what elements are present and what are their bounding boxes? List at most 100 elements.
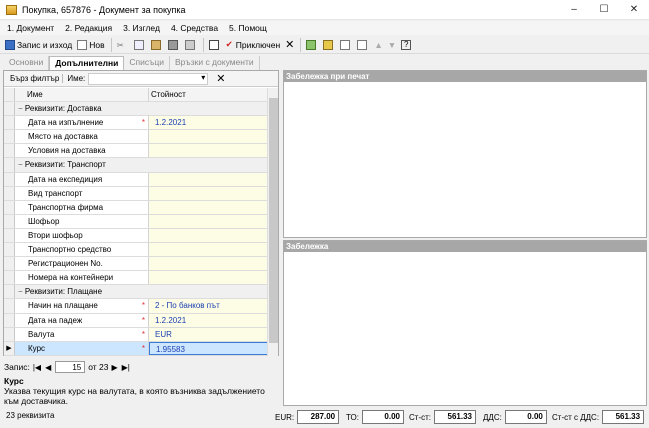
property-name: Дата на изпълнение * — [15, 116, 149, 130]
note-editor[interactable] — [284, 252, 646, 405]
document-icon — [208, 39, 219, 50]
group-title: Реквизити: Транспорт — [15, 158, 267, 171]
property-row[interactable]: Дата на изпълнение * 1.2.2021 — [4, 116, 268, 131]
notes-area: Забележка при печат Забележка — [283, 70, 647, 406]
filter-name-input[interactable] — [88, 72, 209, 85]
property-row[interactable]: Условия на доставка — [4, 144, 268, 159]
description-text: Указва текущия курс на валутата, в която… — [4, 386, 265, 406]
cancel-button[interactable]: ✕ — [283, 37, 296, 52]
cross-icon: ✕ — [285, 39, 295, 51]
print-note-editor[interactable] — [284, 82, 646, 237]
property-row[interactable]: ▶ Курс * 1.95583 — [4, 341, 268, 356]
first-record-button[interactable]: |◀ — [32, 363, 42, 372]
print-button[interactable] — [166, 37, 182, 52]
copy-button[interactable] — [132, 37, 148, 52]
property-row[interactable]: Място на доставка — [4, 130, 268, 145]
last-record-button[interactable]: ▶| — [121, 363, 131, 372]
property-value[interactable]: EUR — [149, 327, 268, 341]
row-indicator — [4, 327, 15, 341]
property-value[interactable] — [149, 186, 268, 200]
property-name: Вид транспорт — [15, 186, 149, 200]
property-name: Място на доставка — [15, 130, 149, 144]
group-row[interactable]: Реквизити: Транспорт — [4, 158, 268, 173]
property-value[interactable] — [149, 144, 268, 158]
description-title: Курс — [4, 376, 24, 386]
column-value-header[interactable]: Стойност — [149, 88, 268, 102]
menu-edit[interactable]: 2. Редакция — [58, 23, 116, 33]
refresh-button[interactable] — [304, 37, 320, 52]
new-doc-icon — [77, 39, 88, 50]
help-button[interactable]: ? — [399, 37, 415, 52]
preview-button[interactable] — [183, 37, 199, 52]
record-navigator: Запис: |◀ ◀ 15 от 23 ▶ ▶| — [4, 360, 131, 374]
page-button[interactable] — [338, 37, 354, 52]
cut-button[interactable]: ✂ — [115, 37, 131, 52]
property-row[interactable]: Регистрационен No. — [4, 257, 268, 272]
down-button[interactable]: ▼ — [386, 37, 398, 52]
quick-filter-button[interactable]: Бърз филтър — [7, 74, 64, 83]
prev-record-button[interactable]: ◀ — [44, 363, 52, 372]
group-title: Реквизити: Плащане — [15, 285, 267, 298]
page2-button[interactable] — [355, 37, 371, 52]
menu-bar: 1. Документ 2. Редакция 3. Изглед 4. Сре… — [0, 21, 649, 35]
property-value[interactable] — [149, 228, 268, 243]
new-button[interactable]: Нов — [75, 37, 106, 52]
menu-document[interactable]: 1. Документ — [0, 23, 58, 33]
row-indicator: ▶ — [4, 341, 15, 355]
tab-additional[interactable]: Допълнителни — [49, 56, 125, 70]
filter-name-label: Име: — [67, 74, 86, 83]
group-row[interactable]: Реквизити: Плащане — [4, 285, 268, 300]
paste-icon — [150, 39, 161, 50]
page-copy-icon — [357, 39, 368, 50]
property-name: Транспортно средство — [15, 243, 149, 257]
group-row[interactable]: Реквизити: Доставка — [4, 102, 268, 117]
property-row[interactable]: Номера на контейнери — [4, 271, 268, 286]
grid-header: Име Стойност — [4, 88, 268, 103]
property-value[interactable]: 1.2.2021 — [149, 313, 268, 327]
property-value[interactable] — [149, 172, 268, 186]
menu-help[interactable]: 5. Помощ — [222, 23, 271, 33]
save-exit-button[interactable]: Запис и изход — [3, 37, 74, 52]
app-icon — [6, 4, 17, 15]
property-row[interactable]: Втори шофьор — [4, 228, 268, 244]
document-button[interactable] — [207, 37, 223, 52]
minimize-button[interactable]: – — [559, 0, 589, 20]
page-icon — [340, 39, 351, 50]
menu-tools[interactable]: 4. Средства — [164, 23, 222, 33]
maximize-button[interactable]: ☐ — [589, 0, 619, 20]
tab-lists[interactable]: Списъци — [124, 56, 171, 70]
property-row[interactable]: Транспортна фирма — [4, 200, 268, 215]
tab-links[interactable]: Връзки с документи — [170, 56, 260, 70]
close-button[interactable]: ✕ — [619, 0, 649, 20]
property-row[interactable]: Вид транспорт — [4, 186, 268, 201]
record-number-input[interactable]: 15 — [55, 361, 86, 373]
menu-view[interactable]: 3. Изглед — [116, 23, 164, 33]
up-button[interactable]: ▲ — [372, 37, 384, 52]
property-value[interactable]: 1.95583 — [149, 341, 268, 355]
scroll-thumb[interactable] — [269, 98, 278, 343]
required-marker: * — [141, 315, 145, 325]
property-row[interactable]: Шофьор — [4, 214, 268, 229]
vertical-scrollbar[interactable] — [267, 88, 278, 356]
property-value[interactable] — [149, 257, 268, 271]
property-row[interactable]: Транспортно средство — [4, 243, 268, 258]
row-indicator — [4, 144, 15, 158]
clear-filter-icon[interactable]: ✕ — [216, 72, 225, 85]
property-value[interactable] — [149, 243, 268, 257]
property-value[interactable] — [149, 200, 268, 214]
column-name-header[interactable]: Име — [15, 88, 149, 102]
property-value[interactable] — [149, 214, 268, 228]
property-row[interactable]: Дата на падеж * 1.2.2021 — [4, 313, 268, 328]
complete-button[interactable]: ✔ Приключен — [224, 37, 283, 52]
property-value[interactable]: 1.2.2021 — [149, 116, 268, 130]
paste-button[interactable] — [149, 37, 165, 52]
property-value[interactable] — [149, 130, 268, 144]
property-value[interactable] — [149, 271, 268, 285]
next-record-button[interactable]: ▶ — [110, 363, 118, 372]
attach-button[interactable] — [321, 37, 337, 52]
property-row[interactable]: Начин на плащане * 2 - По банков път — [4, 299, 268, 314]
tab-main[interactable]: Основни — [4, 56, 50, 70]
property-row[interactable]: Валута * EUR — [4, 327, 268, 342]
property-value[interactable]: 2 - По банков път — [149, 299, 268, 313]
property-row[interactable]: Дата на експедиция — [4, 172, 268, 187]
